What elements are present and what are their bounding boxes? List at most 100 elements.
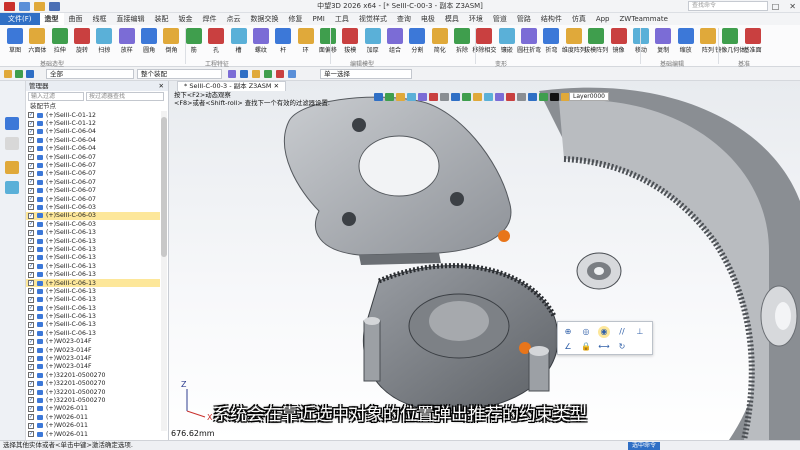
visibility-checkbox[interactable]: ✓ xyxy=(28,431,34,438)
tree-row[interactable]: ✓ (+)SeIII-C-06-13 xyxy=(26,228,160,236)
tree-row[interactable]: ✓ (+)W023-014F xyxy=(26,363,160,371)
tree-row[interactable]: ✓ (+)SeIII-C-06-03 xyxy=(26,211,160,221)
view-tool-icon[interactable] xyxy=(407,93,416,101)
ribbon-button[interactable]: 移除相交 xyxy=(472,26,496,58)
menu-item[interactable]: 点云 xyxy=(222,13,246,25)
visibility-checkbox[interactable]: ✓ xyxy=(28,380,34,387)
menu-item[interactable]: 管路 xyxy=(512,13,536,25)
close-icon[interactable]: ✕ xyxy=(274,82,279,90)
ribbon-button[interactable]: 拉伸 xyxy=(49,26,71,58)
visibility-checkbox[interactable]: ✓ xyxy=(28,162,34,169)
view-tool-icon[interactable] xyxy=(528,93,537,101)
ribbon-button[interactable]: 环 xyxy=(295,26,317,58)
menu-item[interactable]: 曲面 xyxy=(64,13,88,25)
ribbon-button[interactable]: 镜像几何体 xyxy=(715,26,745,58)
visibility-checkbox[interactable]: ✓ xyxy=(28,313,34,320)
menu-item[interactable]: ZWTeammate xyxy=(615,13,673,25)
ribbon-button[interactable]: 拔模 xyxy=(339,26,361,58)
tree-row[interactable]: ✓ (+)SeIII-C-06-13 xyxy=(26,312,160,320)
menu-item[interactable]: 造型 xyxy=(39,13,64,25)
tree-row[interactable]: ✓ (+)SeIII-C-06-13 xyxy=(26,321,160,329)
visibility-checkbox[interactable]: ✓ xyxy=(28,120,34,127)
visibility-checkbox[interactable]: ✓ xyxy=(28,154,34,161)
visibility-checkbox[interactable]: ✓ xyxy=(28,238,34,245)
point-icon[interactable] xyxy=(276,70,284,78)
scope-dropdown[interactable]: 整个装配 xyxy=(137,69,222,79)
select-mode-dropdown[interactable]: 单一选择 xyxy=(320,69,412,79)
view-tool-icon[interactable] xyxy=(440,93,449,101)
menu-item[interactable]: PMI xyxy=(308,13,330,25)
ribbon-button[interactable]: 草图 xyxy=(4,26,26,58)
tree-row[interactable]: ✓ (+)SeIII-C-06-13 xyxy=(26,237,160,245)
visibility-checkbox[interactable]: ✓ xyxy=(28,355,34,362)
menu-item[interactable]: 修复 xyxy=(284,13,308,25)
visibility-checkbox[interactable]: ✓ xyxy=(28,254,34,261)
visibility-checkbox[interactable]: ✓ xyxy=(28,204,34,211)
visibility-checkbox[interactable]: ✓ xyxy=(28,137,34,144)
view-tool-icon[interactable] xyxy=(550,93,559,101)
view-tool-icon[interactable] xyxy=(539,93,548,101)
scrollbar-thumb[interactable] xyxy=(161,117,167,257)
ribbon-button[interactable]: 折弯 xyxy=(540,26,562,58)
ribbon-button[interactable]: 拔模阵列 xyxy=(584,26,608,58)
assembly-icon[interactable] xyxy=(228,70,236,78)
palette-icon[interactable] xyxy=(5,181,19,194)
tree-row[interactable]: ✓ (+)SeIII-C-06-13 xyxy=(26,296,160,304)
search-input[interactable]: 按过滤器查找 xyxy=(86,92,164,101)
view-tool-icon[interactable] xyxy=(385,93,394,101)
view-tool-icon[interactable] xyxy=(451,93,460,101)
tree-row[interactable]: ✓ (+)32201-0500270 xyxy=(26,380,160,388)
visibility-checkbox[interactable]: ✓ xyxy=(28,221,34,228)
face-icon[interactable] xyxy=(252,70,260,78)
visibility-checkbox[interactable]: ✓ xyxy=(28,112,34,119)
ribbon-button[interactable]: 筋 xyxy=(183,26,205,58)
ribbon-button[interactable]: 拆除 xyxy=(451,26,473,58)
panel-scrollbar[interactable] xyxy=(161,111,167,431)
ribbon-button[interactable]: 杆 xyxy=(272,26,294,58)
menu-item[interactable]: 仿真 xyxy=(567,13,591,25)
ribbon-button[interactable]: 加厚 xyxy=(362,26,384,58)
select-icon[interactable] xyxy=(15,70,23,78)
status-button[interactable]: 选中命令 xyxy=(627,442,660,450)
constraint-type-icon[interactable]: ∠ xyxy=(562,341,574,353)
ribbon-button[interactable]: 六面体 xyxy=(26,26,48,58)
close-icon[interactable]: ✕ xyxy=(159,81,164,91)
menu-item[interactable]: 查询 xyxy=(392,13,416,25)
menu-item[interactable]: 钣金 xyxy=(174,13,198,25)
view-tool-icon[interactable] xyxy=(396,93,405,101)
ribbon-button[interactable]: 扫掠 xyxy=(93,26,115,58)
ribbon-button[interactable]: 基准面 xyxy=(742,26,764,58)
assembly-manager-icon[interactable] xyxy=(5,117,19,130)
tree-row[interactable]: ✓ (+)W026-011 xyxy=(26,430,160,438)
document-tab[interactable]: * SeIII-C-00-3 - 副本 Z3ASM ✕ xyxy=(177,81,287,91)
ribbon-button[interactable]: 旋转 xyxy=(71,26,93,58)
tree-row[interactable]: ✓ (+)SeIII-C-06-07 xyxy=(26,153,160,161)
menu-item[interactable]: App xyxy=(591,13,615,25)
constraint-type-icon[interactable]: ⊥ xyxy=(634,326,646,338)
tree-row[interactable]: ✓ (+)SeIII-C-06-13 xyxy=(26,278,160,288)
visibility-checkbox[interactable]: ✓ xyxy=(28,330,34,337)
menu-item[interactable]: 管道 xyxy=(488,13,512,25)
layer-dropdown[interactable]: Layer0000 xyxy=(569,92,609,101)
menu-item[interactable]: 工具 xyxy=(330,13,354,25)
tree-row[interactable]: ✓ (+)SeIII-C-06-13 xyxy=(26,287,160,295)
tree-row[interactable]: ✓ (+)W023-014F xyxy=(26,346,160,354)
visibility-checkbox[interactable]: ✓ xyxy=(28,271,34,278)
constraint-type-icon[interactable]: ↻ xyxy=(616,341,628,353)
visibility-checkbox[interactable]: ✓ xyxy=(28,288,34,295)
close-icon[interactable]: ✕ xyxy=(789,2,796,11)
part-icon[interactable] xyxy=(240,70,248,78)
menu-item[interactable]: 电极 xyxy=(416,13,440,25)
view-manager-icon[interactable] xyxy=(5,161,19,174)
visibility-checkbox[interactable]: ✓ xyxy=(28,128,34,135)
tree-row[interactable]: ✓ (+)32201-0500270 xyxy=(26,388,160,396)
view-tool-icon[interactable] xyxy=(506,93,515,101)
visibility-checkbox[interactable]: ✓ xyxy=(28,229,34,236)
maximize-icon[interactable]: □ xyxy=(772,2,780,11)
tree-row[interactable]: ✓ (+)SeIII-C-06-13 xyxy=(26,254,160,262)
ribbon-button[interactable]: 复制 xyxy=(652,26,674,58)
tree-row[interactable]: ✓ (+)SeIII-C-06-07 xyxy=(26,195,160,203)
ribbon-button[interactable]: 简化 xyxy=(429,26,451,58)
ribbon-button[interactable]: 镶嵌 xyxy=(496,26,518,58)
ribbon-button[interactable]: 缩放 xyxy=(675,26,697,58)
